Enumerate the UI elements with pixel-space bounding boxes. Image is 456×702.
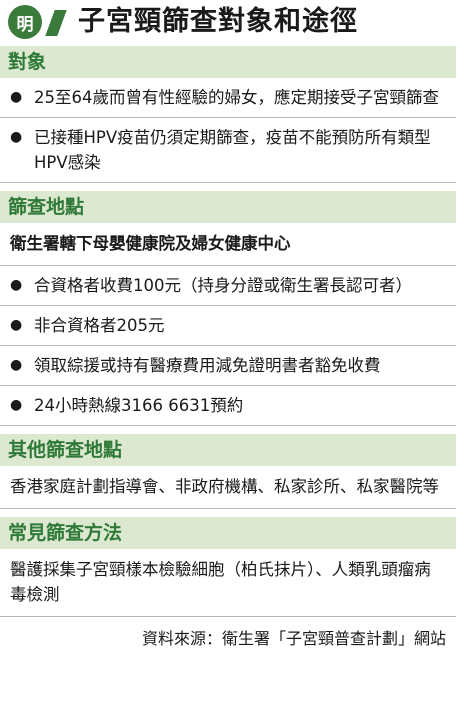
list-item: ● 已接種HPV疫苗仍須定期篩查，疫苗不能預防所有類型HPV感染 [0,118,456,183]
locations-subheading: 衛生署轄下母嬰健康院及婦女健康中心 [0,223,456,266]
methods-text: 醫護採集子宮頸樣本檢驗細胞（柏氏抹片）、人類乳頭瘤病毒檢測 [0,549,456,617]
bullet-icon: ● [10,89,23,105]
list-item: ● 24小時熱線3166 6631預約 [0,386,456,426]
publication-badge: 明 [8,5,42,39]
bullet-icon: ● [10,397,23,413]
list-item: ● 領取綜援或持有醫療費用減免證明書者豁免收費 [0,346,456,386]
list-item-text: 已接種HPV疫苗仍須定期篩查，疫苗不能預防所有類型HPV感染 [34,128,431,172]
list-item-text: 領取綜援或持有醫療費用減免證明書者豁免收費 [34,356,381,375]
section-heading-other-locations: 其他篩查地點 [0,434,456,466]
bullet-icon: ● [10,317,23,333]
list-item: ● 合資格者收費100元（持身分證或衛生署長認可者） [0,266,456,306]
bullet-icon: ● [10,277,23,293]
list-item-text: 25至64歲而曾有性經驗的婦女，應定期接受子宮頸篩查 [34,88,439,107]
bullet-icon: ● [10,357,23,373]
list-item: ● 非合資格者205元 [0,306,456,346]
page-title: 子宮頸篩查對象和途徑 [78,6,358,37]
source-note: 資料來源：衛生署「子宮頸普查計劃」網站 [141,629,446,648]
list-item-text: 合資格者收費100元（持身分證或衛生署長認可者） [34,276,412,295]
bullet-icon: ● [10,129,23,145]
section-heading-methods: 常見篩查方法 [0,517,456,549]
section-heading-targets: 對象 [0,46,456,78]
section-heading-locations: 篩查地點 [0,191,456,223]
title-bar: 明 子宮頸篩查對象和途徑 [0,0,456,46]
list-item-text: 24小時熱線3166 6631預約 [34,396,244,415]
slash-decoration [45,10,67,36]
list-item: ● 25至64歲而曾有性經驗的婦女，應定期接受子宮頸篩查 [0,78,456,118]
other-locations-text: 香港家庭計劃指導會、非政府機構、私家診所、私家醫院等 [0,466,456,509]
list-item-text: 非合資格者205元 [34,316,165,335]
